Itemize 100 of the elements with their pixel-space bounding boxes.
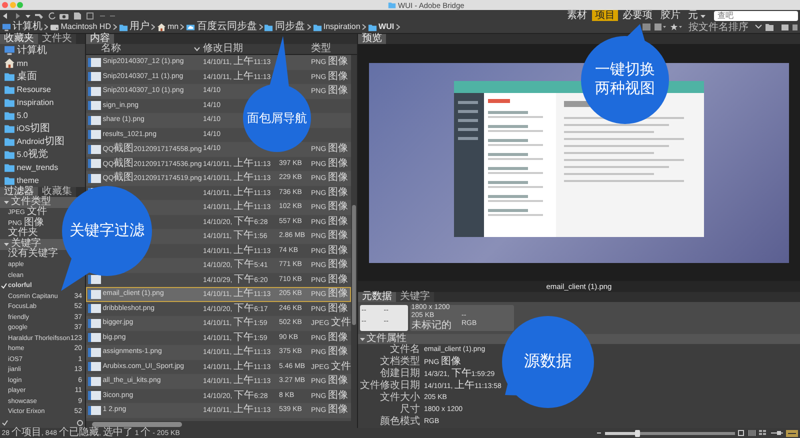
thumbnail: [88, 159, 101, 168]
panel-tab[interactable]: 内容: [86, 34, 114, 44]
search-field[interactable]: 查吧: [714, 10, 798, 21]
trash-icon[interactable]: [792, 23, 798, 32]
square-icon[interactable]: [86, 12, 94, 20]
house-icon: [156, 22, 166, 32]
folder-icon: [312, 22, 322, 32]
chevron-icon: [151, 24, 155, 30]
favorite-item[interactable]: 5.0视觉: [16, 148, 48, 160]
workspace-tab[interactable]: 元: [685, 10, 709, 22]
thumbnail: [88, 275, 101, 284]
file-info-value: 未标记的: [411, 320, 452, 332]
workspace-tab[interactable]: 必要项: [620, 10, 656, 22]
folder-icon: [118, 22, 128, 32]
panel-tab[interactable]: 过滤器: [0, 187, 38, 197]
panel-tab[interactable]: 收藏夹: [0, 34, 38, 44]
rotate-icon[interactable]: [48, 12, 56, 20]
thumbnail: [88, 391, 101, 400]
thumbnail: [88, 290, 101, 299]
slider-thumb[interactable]: [635, 430, 640, 436]
column-header[interactable]: 名称: [101, 43, 121, 55]
panel-tab[interactable]: 收藏集: [38, 187, 76, 197]
favorite-item[interactable]: theme: [16, 176, 39, 186]
chevron-icon: [258, 24, 263, 30]
favorite-item[interactable]: Android切图: [16, 136, 64, 148]
breadcrumb-link[interactable]: 计算机: [12, 21, 42, 33]
thumbnail: [88, 376, 101, 386]
thumbnail: [88, 318, 101, 328]
thumbnail: [88, 406, 101, 415]
workspace-tab[interactable]: 胶片: [657, 10, 684, 22]
favorite-item[interactable]: 5.0: [16, 110, 28, 120]
caret-icon[interactable]: [700, 12, 706, 19]
workspace-tab[interactable]: 素材: [564, 10, 590, 22]
minus-icon[interactable]: [597, 431, 602, 435]
favorite-item[interactable]: new_trends: [16, 162, 58, 172]
camera-icon[interactable]: [59, 12, 70, 20]
panel-tab[interactable]: 元数据: [358, 292, 396, 302]
thumbnail: [88, 72, 101, 82]
folder-icon: [4, 71, 15, 82]
thumbnail: [88, 304, 101, 314]
chevron-icon: [362, 24, 366, 30]
sort-dropdown[interactable]: 按文件名排序: [685, 22, 752, 33]
thumbnail: [88, 130, 101, 140]
expanded-triangle-icon[interactable]: [4, 200, 9, 205]
checkmark-icon[interactable]: [2, 420, 8, 426]
folder-icon: [264, 22, 274, 32]
thumbnail: [88, 333, 101, 342]
breadcrumb-link[interactable]: 用户: [129, 21, 150, 33]
favorite-item[interactable]: 桌面: [16, 70, 37, 82]
folder-icon: [4, 136, 15, 147]
panel-tab[interactable]: 文件夹: [38, 34, 76, 44]
favorite-item[interactable]: Inspiration: [16, 98, 54, 108]
list-view-icon[interactable]: [786, 430, 798, 436]
expanded-triangle-icon[interactable]: [360, 336, 365, 342]
favorite-item[interactable]: 计算机: [16, 44, 47, 56]
breadcrumb-link[interactable]: Inspiration: [323, 22, 360, 32]
large-thumb-icon[interactable]: [738, 430, 744, 436]
folder-icon: [4, 149, 15, 160]
panel-tab[interactable]: 预览: [358, 34, 386, 44]
horizontal-scrollbar[interactable]: [86, 421, 357, 428]
sort-caret-icon[interactable]: [194, 46, 200, 52]
thumbnail: [88, 58, 101, 67]
folder-icon: [4, 162, 15, 173]
favorite-item[interactable]: mn: [16, 58, 28, 68]
filmstrip-icon[interactable]: [748, 430, 756, 436]
breadcrumb-link[interactable]: WUI: [378, 22, 394, 32]
thumbnail: [88, 348, 101, 357]
workspace-tab[interactable]: 项目: [592, 10, 618, 22]
computer-icon: [4, 45, 15, 56]
filter-option[interactable]: 没有关键字: [7, 249, 58, 260]
thumbnail: [88, 362, 101, 372]
favorite-item[interactable]: Resourse: [16, 84, 51, 94]
folder-icon: [368, 22, 377, 32]
detail-view-icon[interactable]: [770, 430, 783, 436]
clear-filter-icon[interactable]: [77, 420, 84, 426]
chevron-icon: [306, 24, 311, 30]
cloud-icon: [186, 22, 196, 32]
new-folder-icon[interactable]: [780, 23, 789, 32]
chevron-down-icon[interactable]: [754, 24, 762, 30]
favorite-item[interactable]: iOS切图: [16, 122, 50, 134]
house-icon: [4, 58, 15, 69]
thumbnail: [88, 144, 101, 154]
thumbnail: [88, 174, 101, 183]
folder-icon: [4, 110, 15, 121]
star-icon[interactable]: [670, 23, 682, 32]
section-header[interactable]: 文件属性: [366, 333, 406, 345]
thumbnail: [88, 86, 101, 96]
breadcrumb-link[interactable]: mn: [168, 22, 179, 32]
grid-view-icon[interactable]: [642, 23, 651, 32]
grid-view-icon[interactable]: [759, 430, 768, 436]
expanded-triangle-icon[interactable]: [4, 242, 9, 247]
breadcrumb-link[interactable]: 百度云同步盘: [196, 21, 257, 33]
breadcrumb-link[interactable]: Macintosh HD: [60, 22, 111, 32]
vertical-scrollbar[interactable]: [351, 55, 357, 421]
drive-icon: [50, 22, 59, 32]
chevron-icon: [112, 24, 117, 30]
breadcrumb-link[interactable]: 同步盘: [275, 21, 306, 33]
folder-icon: [4, 123, 15, 134]
list-view-icon[interactable]: [654, 23, 666, 32]
panel-tab[interactable]: 关键字: [396, 292, 434, 302]
